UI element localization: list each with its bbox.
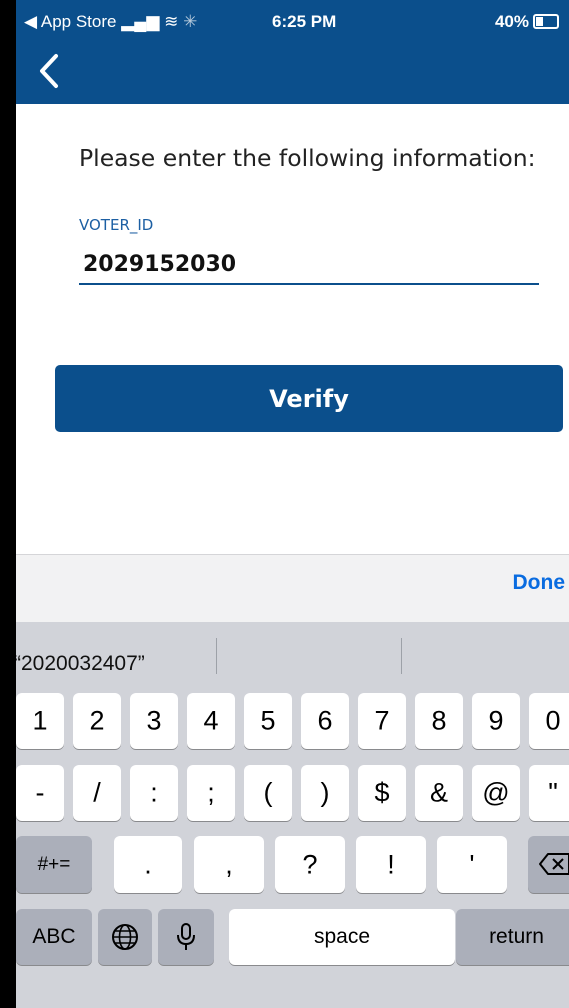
key-7[interactable]: 7 <box>358 693 406 749</box>
key-more-symbols[interactable]: #+= <box>16 836 92 893</box>
loading-icon: ✳ <box>183 12 198 31</box>
back-button[interactable] <box>36 52 66 90</box>
key-2[interactable]: 2 <box>73 693 121 749</box>
backspace-icon <box>539 853 569 875</box>
suggestion-divider <box>401 638 402 674</box>
battery-indicator: 40% <box>495 12 559 32</box>
key-4[interactable]: 4 <box>187 693 235 749</box>
key-1[interactable]: 1 <box>16 693 64 749</box>
return-key[interactable]: return <box>456 909 569 965</box>
key-question[interactable]: ? <box>275 836 345 893</box>
key-quote[interactable]: " <box>529 765 569 821</box>
app-store-label: ◀ App Store <box>24 12 117 31</box>
key-comma[interactable]: , <box>194 836 264 893</box>
battery-icon <box>533 14 559 29</box>
key-colon[interactable]: : <box>130 765 178 821</box>
status-time: 6:25 PM <box>272 12 337 31</box>
done-button[interactable]: Done <box>513 571 566 595</box>
voter-id-input[interactable] <box>83 252 539 277</box>
battery-percent: 40% <box>494 12 529 31</box>
key-0[interactable]: 0 <box>529 693 569 749</box>
key-close-paren[interactable]: ) <box>301 765 349 821</box>
globe-icon <box>112 924 138 950</box>
key-9[interactable]: 9 <box>472 693 520 749</box>
suggestion-divider <box>216 638 217 674</box>
wifi-icon: ≋ <box>164 12 179 31</box>
chevron-left-icon <box>40 54 58 88</box>
top-bar: ◀ App Store ▂▄▆ ≋ ✳ 6:25 PM 40% <box>16 0 569 104</box>
key-3[interactable]: 3 <box>130 693 178 749</box>
delete-button[interactable] <box>528 836 569 893</box>
signal-icon: ▂▄▆ <box>121 12 160 31</box>
microphone-icon <box>177 923 195 950</box>
input-underline <box>79 283 539 285</box>
key-dollar[interactable]: $ <box>358 765 406 821</box>
key-5[interactable]: 5 <box>244 693 292 749</box>
suggestion-item[interactable]: “2020032407” <box>16 652 145 676</box>
key-6[interactable]: 6 <box>301 693 349 749</box>
key-period[interactable]: . <box>114 836 182 893</box>
key-apostrophe[interactable]: ' <box>437 836 507 893</box>
instruction-text: Please enter the following information: <box>79 144 536 172</box>
key-exclamation[interactable]: ! <box>356 836 426 893</box>
voter-id-label: VOTER_ID <box>79 216 154 234</box>
globe-button[interactable] <box>98 909 152 965</box>
key-abc[interactable]: ABC <box>16 909 92 965</box>
key-at[interactable]: @ <box>472 765 520 821</box>
keyboard: “2020032407” 1 2 3 4 5 6 7 8 9 0 - / : ;… <box>16 622 569 1008</box>
key-ampersand[interactable]: & <box>415 765 463 821</box>
key-8[interactable]: 8 <box>415 693 463 749</box>
key-semicolon[interactable]: ; <box>187 765 235 821</box>
dictation-button[interactable] <box>158 909 214 965</box>
app-screen: ◀ App Store ▂▄▆ ≋ ✳ 6:25 PM 40% Please e… <box>16 0 569 1008</box>
key-slash[interactable]: / <box>73 765 121 821</box>
verify-button[interactable]: Verify <box>55 365 563 432</box>
key-open-paren[interactable]: ( <box>244 765 292 821</box>
space-key[interactable]: space <box>229 909 455 965</box>
key-hyphen[interactable]: - <box>16 765 64 821</box>
keyboard-accessory-bar: Done <box>16 554 569 623</box>
back-to-app-store-link[interactable]: ◀ App Store ▂▄▆ ≋ ✳ <box>24 12 197 32</box>
